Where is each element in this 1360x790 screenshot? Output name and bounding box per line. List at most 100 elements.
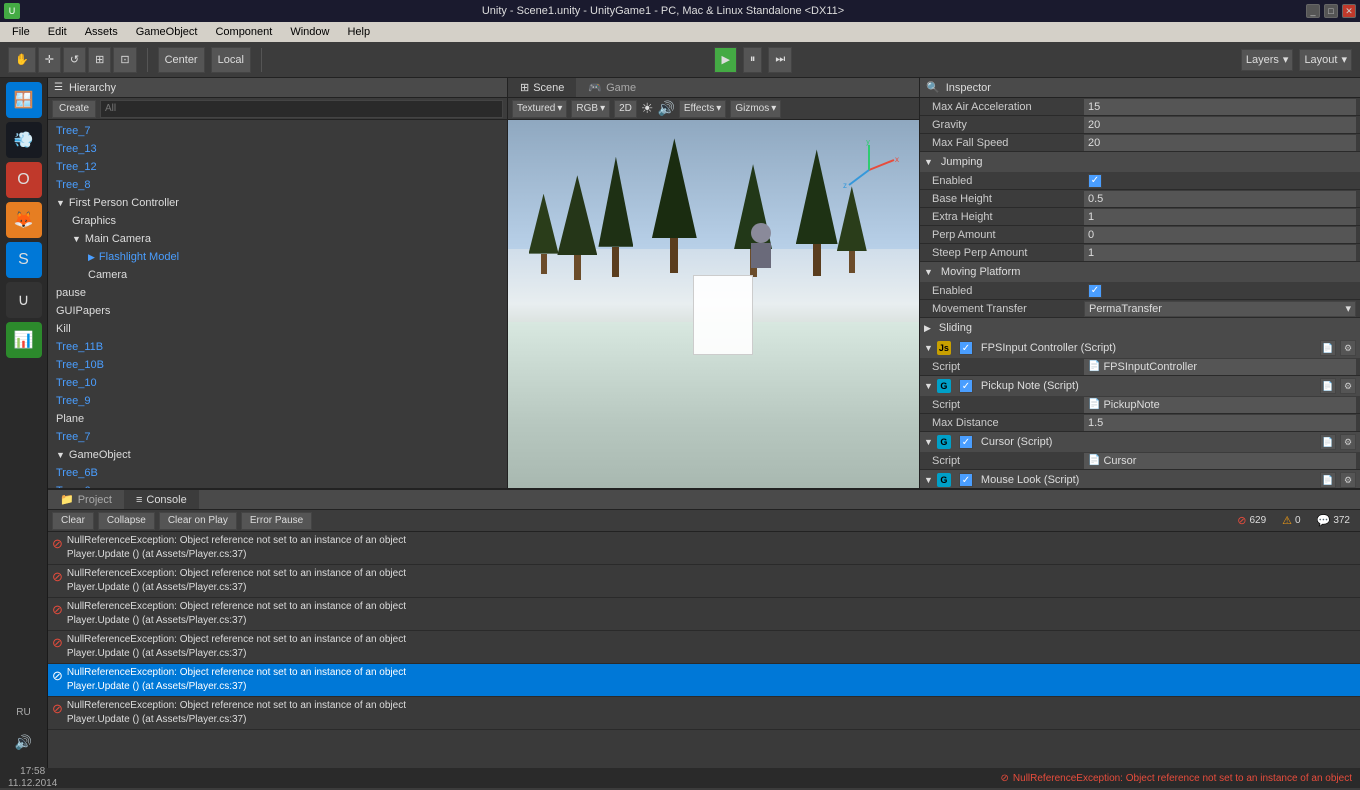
- hierarchy-search[interactable]: [100, 100, 503, 118]
- opera-icon[interactable]: O: [6, 162, 42, 198]
- jumping-section-header[interactable]: ▼ Jumping: [920, 152, 1360, 172]
- step-button[interactable]: ⏭: [768, 47, 792, 73]
- rgb-dropdown[interactable]: RGB▾: [571, 100, 610, 118]
- base-height-value[interactable]: 0.5: [1084, 191, 1356, 207]
- hier-camera[interactable]: Camera: [48, 266, 507, 284]
- hier-fpc[interactable]: ▼ First Person Controller: [48, 194, 507, 212]
- gizmos-dropdown[interactable]: Gizmos▾: [730, 100, 781, 118]
- inspector-scroll[interactable]: Max Air Acceleration 15 Gravity 20 Max F…: [920, 98, 1360, 488]
- twod-button[interactable]: 2D: [614, 100, 637, 118]
- mouse-look-header[interactable]: ▼ G ✓ Mouse Look (Script) 📄 ⚙: [920, 470, 1360, 488]
- mouse-settings-btn[interactable]: ⚙: [1340, 472, 1356, 488]
- hier-tree13[interactable]: Tree_13: [48, 140, 507, 158]
- max-air-acc-value[interactable]: 15: [1084, 99, 1356, 115]
- hier-tree7b[interactable]: Tree_7: [48, 428, 507, 446]
- cursor-script-value[interactable]: 📄 Cursor: [1084, 453, 1356, 469]
- hier-gameobj[interactable]: ▼ GameObject: [48, 446, 507, 464]
- gravity-value[interactable]: 20: [1084, 117, 1356, 133]
- unity2-icon[interactable]: ∪: [6, 282, 42, 318]
- menu-gameobject[interactable]: GameObject: [128, 24, 206, 40]
- status-error[interactable]: ⊘ NullReferenceException: Object referen…: [1001, 773, 1352, 784]
- vol-icon[interactable]: 🔊: [6, 724, 42, 760]
- fps-script-value[interactable]: 📄 FPSInputController: [1084, 359, 1356, 375]
- hier-tree11b[interactable]: Tree_11B: [48, 338, 507, 356]
- hier-flashlight[interactable]: ▶ Flashlight Model: [48, 248, 507, 266]
- tab-console[interactable]: ≡ Console: [124, 490, 199, 509]
- tab-project[interactable]: 📁 Project: [48, 490, 124, 509]
- firefox-icon[interactable]: 🦊: [6, 202, 42, 238]
- console-msg-2[interactable]: ⊘ NullReferenceException: Object referen…: [48, 565, 1360, 598]
- max-fall-value[interactable]: 20: [1084, 135, 1356, 151]
- layout-dropdown[interactable]: Layout ▾: [1299, 49, 1352, 71]
- collapse-button[interactable]: Collapse: [98, 512, 155, 530]
- hier-tree10b[interactable]: Tree_10B: [48, 356, 507, 374]
- hand-tool[interactable]: ✋: [8, 47, 36, 73]
- hier-graphics[interactable]: Graphics: [48, 212, 507, 230]
- cursor-settings-btn[interactable]: ⚙: [1340, 434, 1356, 450]
- moving-platform-header[interactable]: ▼ Moving Platform: [920, 262, 1360, 282]
- minimize-button[interactable]: _: [1306, 4, 1320, 18]
- hier-guipapers[interactable]: GUIPapers: [48, 302, 507, 320]
- hier-tree12[interactable]: Tree_12: [48, 158, 507, 176]
- fps-docs-btn[interactable]: 📄: [1320, 340, 1336, 356]
- pickup-script-value[interactable]: 📄 PickupNote: [1084, 397, 1356, 413]
- clear-on-play-button[interactable]: Clear on Play: [159, 512, 237, 530]
- center-button[interactable]: Center: [158, 47, 205, 73]
- fps-input-header[interactable]: ▼ Js ✓ FPSInput Controller (Script) 📄 ⚙: [920, 338, 1360, 358]
- tab-game[interactable]: 🎮 Game: [576, 78, 648, 97]
- menu-edit[interactable]: Edit: [40, 24, 75, 40]
- rotate-tool[interactable]: ↺: [63, 47, 86, 73]
- jumping-enabled-value[interactable]: ✓: [1084, 173, 1356, 189]
- mp-enabled-checkbox[interactable]: ✓: [1088, 284, 1102, 298]
- pickup-note-header[interactable]: ▼ G ✓ Pickup Note (Script) 📄 ⚙: [920, 376, 1360, 396]
- pickup-settings-btn[interactable]: ⚙: [1340, 378, 1356, 394]
- clear-button[interactable]: Clear: [52, 512, 94, 530]
- play-button[interactable]: ▶: [714, 47, 736, 73]
- extra-height-value[interactable]: 1: [1084, 209, 1356, 225]
- perp-amount-value[interactable]: 0: [1084, 227, 1356, 243]
- error-pause-button[interactable]: Error Pause: [241, 512, 312, 530]
- hier-tree6b[interactable]: Tree_6B: [48, 464, 507, 482]
- hier-kill[interactable]: Kill: [48, 320, 507, 338]
- mp-enabled-value[interactable]: ✓: [1084, 283, 1356, 299]
- sun-icon[interactable]: ☀: [641, 100, 654, 117]
- menu-component[interactable]: Component: [207, 24, 280, 40]
- mouse-enabled[interactable]: ✓: [959, 473, 973, 487]
- hier-pause[interactable]: pause: [48, 284, 507, 302]
- movement-transfer-dropdown[interactable]: PermaTransfer ▾: [1084, 301, 1356, 317]
- skype-icon[interactable]: S: [6, 242, 42, 278]
- max-distance-value[interactable]: 1.5: [1084, 415, 1356, 431]
- layers-dropdown[interactable]: Layers ▾: [1241, 49, 1294, 71]
- local-button[interactable]: Local: [211, 47, 251, 73]
- fps-enabled[interactable]: ✓: [959, 341, 973, 355]
- menu-assets[interactable]: Assets: [77, 24, 126, 40]
- fps-settings-btn[interactable]: ⚙: [1340, 340, 1356, 356]
- cursor-docs-btn[interactable]: 📄: [1320, 434, 1336, 450]
- steep-perp-value[interactable]: 1: [1084, 245, 1356, 261]
- scene-view[interactable]: x y z: [508, 120, 919, 488]
- hier-tree8[interactable]: Tree_8: [48, 176, 507, 194]
- unity-icon[interactable]: 🪟: [6, 82, 42, 118]
- app-icon-2[interactable]: 📊: [6, 322, 42, 358]
- tab-scene[interactable]: ⊞ Scene: [508, 78, 576, 97]
- rect-tool[interactable]: ⊡: [113, 47, 136, 73]
- console-msg-3[interactable]: ⊘ NullReferenceException: Object referen…: [48, 598, 1360, 631]
- create-button[interactable]: Create: [52, 100, 96, 118]
- textured-dropdown[interactable]: Textured▾: [512, 100, 567, 118]
- console-msg-6[interactable]: ⊘ NullReferenceException: Object referen…: [48, 697, 1360, 730]
- hier-tree7[interactable]: Tree_7: [48, 122, 507, 140]
- menu-help[interactable]: Help: [339, 24, 378, 40]
- audio-icon[interactable]: 🔊: [657, 100, 674, 117]
- pickup-docs-btn[interactable]: 📄: [1320, 378, 1336, 394]
- close-button[interactable]: ✕: [1342, 4, 1356, 18]
- hier-tree9[interactable]: Tree_9: [48, 392, 507, 410]
- pickup-enabled[interactable]: ✓: [959, 379, 973, 393]
- cursor-enabled[interactable]: ✓: [959, 435, 973, 449]
- move-tool[interactable]: ✛: [38, 47, 61, 73]
- scale-tool[interactable]: ⊞: [88, 47, 111, 73]
- effects-dropdown[interactable]: Effects▾: [679, 100, 726, 118]
- mouse-docs-btn[interactable]: 📄: [1320, 472, 1336, 488]
- console-msg-1[interactable]: ⊘ NullReferenceException: Object referen…: [48, 532, 1360, 565]
- jumping-enabled-checkbox[interactable]: ✓: [1088, 174, 1102, 188]
- pause-button[interactable]: ⏸: [743, 47, 763, 73]
